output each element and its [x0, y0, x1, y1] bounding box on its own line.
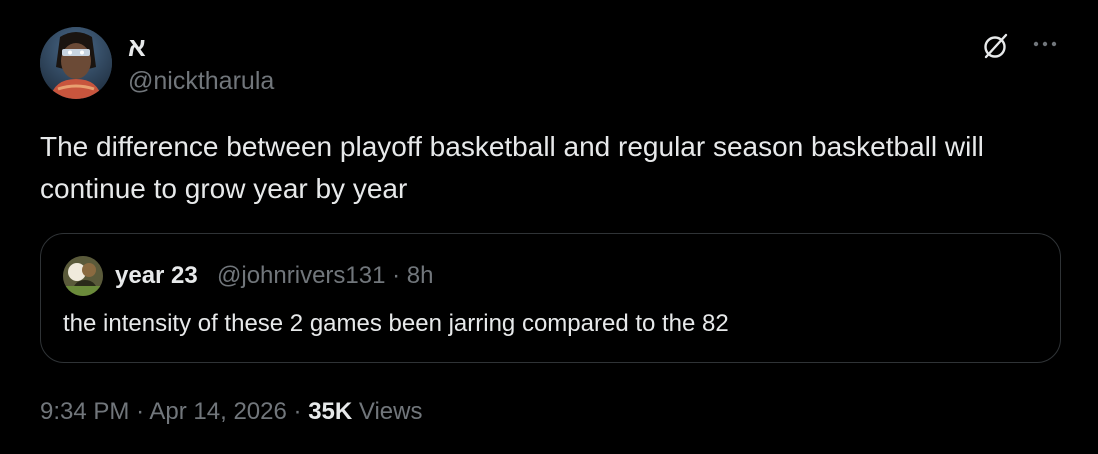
- quoted-separator: ·: [392, 262, 401, 289]
- tweet-text: The difference between playoff basketbal…: [40, 131, 984, 204]
- quoted-avatar-image: [63, 256, 103, 296]
- views-count: 35K: [308, 398, 353, 425]
- views-label: Views: [358, 398, 423, 425]
- avatar[interactable]: [40, 27, 112, 99]
- quoted-meta: @johnrivers131 · 8h: [217, 261, 434, 291]
- avatar-image: [40, 27, 112, 99]
- meta-separator-2: ·: [293, 398, 302, 425]
- author-display-name[interactable]: א: [128, 32, 146, 62]
- meta-separator: ·: [136, 398, 145, 425]
- quoted-tweet-card[interactable]: year 23 @johnrivers131 · 8h the intensit…: [40, 233, 1061, 363]
- quoted-time[interactable]: 8h: [407, 262, 434, 289]
- quoted-tweet-text: the intensity of these 2 games been jarr…: [63, 310, 729, 337]
- quoted-handle: @johnrivers131: [217, 262, 386, 289]
- tweet-meta: 9:34 PM · Apr 14, 2026 · 35K Views: [40, 396, 422, 428]
- more-horizontal-icon[interactable]: [1030, 30, 1060, 60]
- author-handle[interactable]: @nicktharula: [128, 66, 274, 96]
- quoted-display-name: year 23: [115, 262, 198, 289]
- tweet-date[interactable]: Apr 14, 2026: [149, 398, 286, 425]
- quoted-avatar: [63, 256, 103, 296]
- tweet-time[interactable]: 9:34 PM: [40, 398, 129, 425]
- grok-icon[interactable]: [980, 30, 1012, 62]
- tweet: א @nicktharula The difference between pl…: [0, 0, 1098, 454]
